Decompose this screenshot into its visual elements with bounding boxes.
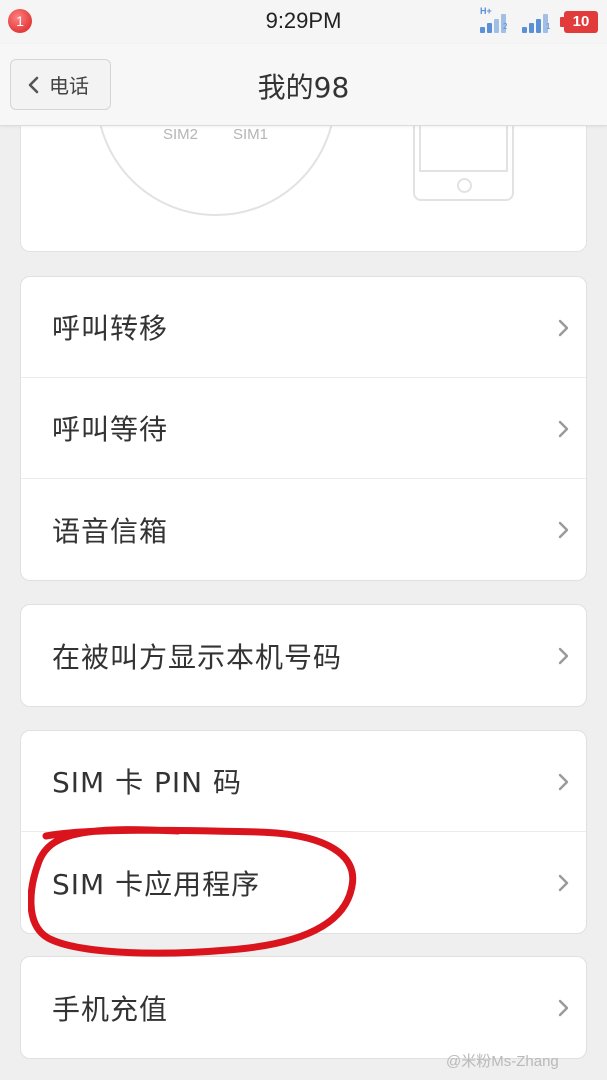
page-title: 我的98 — [257, 71, 350, 104]
chevron-right-icon — [558, 773, 569, 791]
menu-item-label: SIM 卡应用程序 — [52, 867, 261, 901]
chevron-right-icon — [558, 647, 569, 665]
menu-item-label: 呼叫转移 — [52, 312, 169, 345]
battery-icon: 10 — [560, 11, 598, 33]
recharge-group: 手机充值 — [20, 956, 587, 1059]
chevron-right-icon — [558, 999, 569, 1017]
sim-settings-group: SIM 卡 PIN 码 SIM 卡应用程序 — [20, 730, 587, 934]
chevron-right-icon — [558, 319, 569, 337]
screen: 1 9:29PM H+ 2 1 10 电话 我的98 SIM2 SIM1 呼叫转… — [0, 0, 607, 1080]
watermark: @米粉Ms-Zhang — [446, 1053, 559, 1070]
chevron-right-icon — [558, 420, 569, 438]
sim1-label: SIM1 — [233, 126, 269, 143]
menu-item-voicemail[interactable]: 语音信箱 — [21, 479, 586, 580]
menu-item-label: 在被叫方显示本机号码 — [52, 640, 343, 674]
menu-item-label: 语音信箱 — [52, 514, 169, 548]
caller-id-group: 在被叫方显示本机号码 — [20, 604, 587, 707]
chevron-right-icon — [558, 521, 569, 539]
menu-item-call-waiting[interactable]: 呼叫等待 — [21, 378, 586, 479]
sim-slot-number: 1 — [546, 22, 551, 31]
menu-item-call-forwarding[interactable]: 呼叫转移 — [21, 277, 586, 378]
sim-slot-number: 2 — [503, 22, 508, 31]
menu-item-label: 手机充值 — [52, 992, 169, 1026]
sim2-label: SIM2 — [163, 126, 199, 143]
menu-item-label: SIM 卡 PIN 码 — [52, 766, 242, 799]
status-bar: 1 9:29PM H+ 2 1 10 — [0, 0, 607, 44]
chevron-right-icon — [558, 874, 569, 892]
call-settings-group: 呼叫转移 呼叫等待 语音信箱 — [20, 276, 587, 581]
nav-bar: 电话 我的98 — [0, 44, 607, 126]
status-time: 9:29PM — [265, 8, 342, 33]
menu-item-show-caller-id[interactable]: 在被叫方显示本机号码 — [21, 605, 586, 706]
menu-item-label: 呼叫等待 — [52, 413, 169, 446]
menu-item-sim-pin[interactable]: SIM 卡 PIN 码 — [21, 731, 586, 832]
menu-item-sim-toolkit[interactable]: SIM 卡应用程序 — [21, 832, 586, 933]
menu-item-phone-recharge[interactable]: 手机充值 — [21, 957, 586, 1058]
